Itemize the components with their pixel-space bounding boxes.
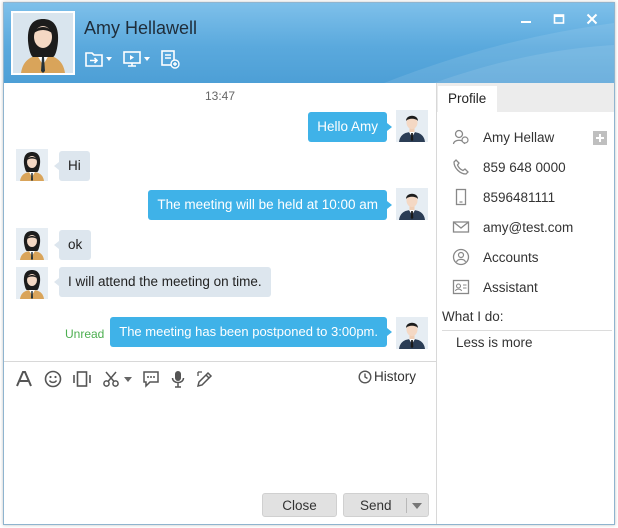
- my-avatar[interactable]: [396, 110, 428, 142]
- font-button[interactable]: [14, 369, 34, 389]
- outgoing-message[interactable]: The meeting has been postponed to 3:00pm…: [110, 317, 392, 347]
- shake-icon: [73, 371, 91, 387]
- close-button[interactable]: [575, 9, 608, 29]
- accounts-label: Accounts: [483, 249, 539, 265]
- what-i-do-label: What I do:: [442, 309, 504, 324]
- incoming-message[interactable]: I will attend the meeting on time.: [54, 267, 271, 297]
- chevron-down-icon: [144, 57, 150, 61]
- compose-divider: [4, 361, 436, 362]
- minimize-button[interactable]: [509, 9, 542, 29]
- profile-email-row: amy@test.com: [451, 216, 573, 238]
- tab-bar: Profile: [437, 83, 614, 112]
- maximize-button[interactable]: [542, 9, 575, 29]
- message-row: The meeting will be held at 10:00 am: [4, 188, 436, 222]
- profile-assistant-row[interactable]: Assistant: [451, 276, 538, 298]
- chat-window: Amy Hellawell 13:47 Hello Amy Hi The mee…: [3, 2, 615, 525]
- send-options-chevron-icon[interactable]: [412, 503, 422, 509]
- send-label: Send: [360, 497, 392, 513]
- window-controls: [509, 9, 608, 29]
- message-row: I will attend the meeting on time.: [4, 267, 436, 301]
- voice-button[interactable]: [170, 369, 186, 389]
- message-row: Hi: [4, 149, 436, 183]
- contact-avatar-small[interactable]: [16, 267, 48, 299]
- my-avatar[interactable]: [396, 188, 428, 220]
- profile-mobile-row: 8596481111: [451, 186, 555, 208]
- clock-icon: [358, 369, 372, 384]
- outgoing-message[interactable]: Hello Amy: [308, 112, 392, 142]
- contact-avatar-small[interactable]: [16, 149, 48, 181]
- contact-avatar-small[interactable]: [16, 228, 48, 260]
- screen-share-icon: [123, 51, 141, 67]
- mail-icon: [451, 217, 471, 237]
- quick-reply-button[interactable]: [142, 369, 160, 389]
- message-row: Hello Amy: [4, 110, 436, 144]
- transfer-file-button[interactable]: [84, 50, 112, 68]
- quick-reply-icon: [143, 371, 159, 388]
- microphone-icon: [171, 371, 185, 388]
- phone-icon: [451, 157, 471, 177]
- add-button[interactable]: [593, 131, 607, 145]
- contact-icon: [451, 127, 471, 147]
- profile-accounts-row[interactable]: Accounts: [451, 246, 539, 268]
- what-i-do-text: Less is more: [456, 335, 533, 350]
- profile-mobile[interactable]: 8596481111: [483, 190, 555, 205]
- message-timestamp: 13:47: [204, 89, 236, 103]
- close-chat-button[interactable]: Close: [262, 493, 337, 517]
- input-toolbar: [14, 367, 214, 391]
- history-label: History: [374, 369, 417, 384]
- edit-button[interactable]: [196, 369, 214, 389]
- transfer-file-icon: [85, 52, 103, 67]
- profile-email[interactable]: amy@test.com: [483, 220, 573, 235]
- what-i-do-divider: [442, 330, 612, 331]
- chevron-down-icon: [124, 376, 132, 382]
- font-icon: [16, 371, 32, 387]
- profile-phone-row: 859 648 0000: [451, 156, 566, 178]
- profile-name: Amy Hellaw: [483, 129, 555, 145]
- message-row: ok: [4, 228, 436, 262]
- tab-profile[interactable]: Profile: [438, 86, 497, 112]
- unread-status: Unread: [65, 327, 105, 341]
- message-input[interactable]: [8, 395, 432, 487]
- incoming-message[interactable]: Hi: [54, 151, 90, 181]
- send-separator: [406, 498, 407, 513]
- assistant-icon: [451, 277, 471, 297]
- profile-panel: Profile Amy Hellaw 859 648 0000 85964811…: [437, 83, 614, 524]
- account-icon: [451, 247, 471, 267]
- history-button[interactable]: History: [358, 369, 416, 384]
- emoji-icon: [44, 370, 62, 388]
- profile-phone[interactable]: 859 648 0000: [483, 160, 566, 175]
- title-toolbar: [84, 49, 180, 69]
- outgoing-message[interactable]: The meeting will be held at 10:00 am: [148, 190, 392, 220]
- edit-icon: [196, 371, 213, 388]
- title-bar: Amy Hellawell: [4, 3, 614, 83]
- my-avatar[interactable]: [396, 317, 428, 349]
- shake-button[interactable]: [72, 369, 92, 389]
- profile-name-row: Amy Hellaw: [451, 126, 554, 148]
- mobile-icon: [451, 187, 471, 207]
- contact-avatar[interactable]: [11, 11, 75, 75]
- chat-history[interactable]: 13:47 Hello Amy Hi The meeting will be h…: [4, 83, 436, 364]
- send-button[interactable]: Send: [343, 493, 429, 517]
- screenshot-icon: [103, 371, 119, 387]
- screenshot-button[interactable]: [102, 369, 132, 389]
- maximize-icon: [553, 14, 564, 24]
- screen-share-button[interactable]: [122, 50, 150, 68]
- minimize-icon: [520, 21, 531, 23]
- incoming-message[interactable]: ok: [53, 230, 92, 260]
- contact-name: Amy Hellawell: [84, 18, 198, 38]
- add-contact-button[interactable]: [160, 49, 180, 69]
- close-icon: [586, 13, 597, 25]
- emoji-button[interactable]: [44, 369, 62, 389]
- add-contact-icon: [161, 50, 180, 69]
- chevron-down-icon: [106, 57, 112, 61]
- message-row: Unread The meeting has been postponed to…: [4, 317, 436, 351]
- assistant-label: Assistant: [483, 279, 538, 295]
